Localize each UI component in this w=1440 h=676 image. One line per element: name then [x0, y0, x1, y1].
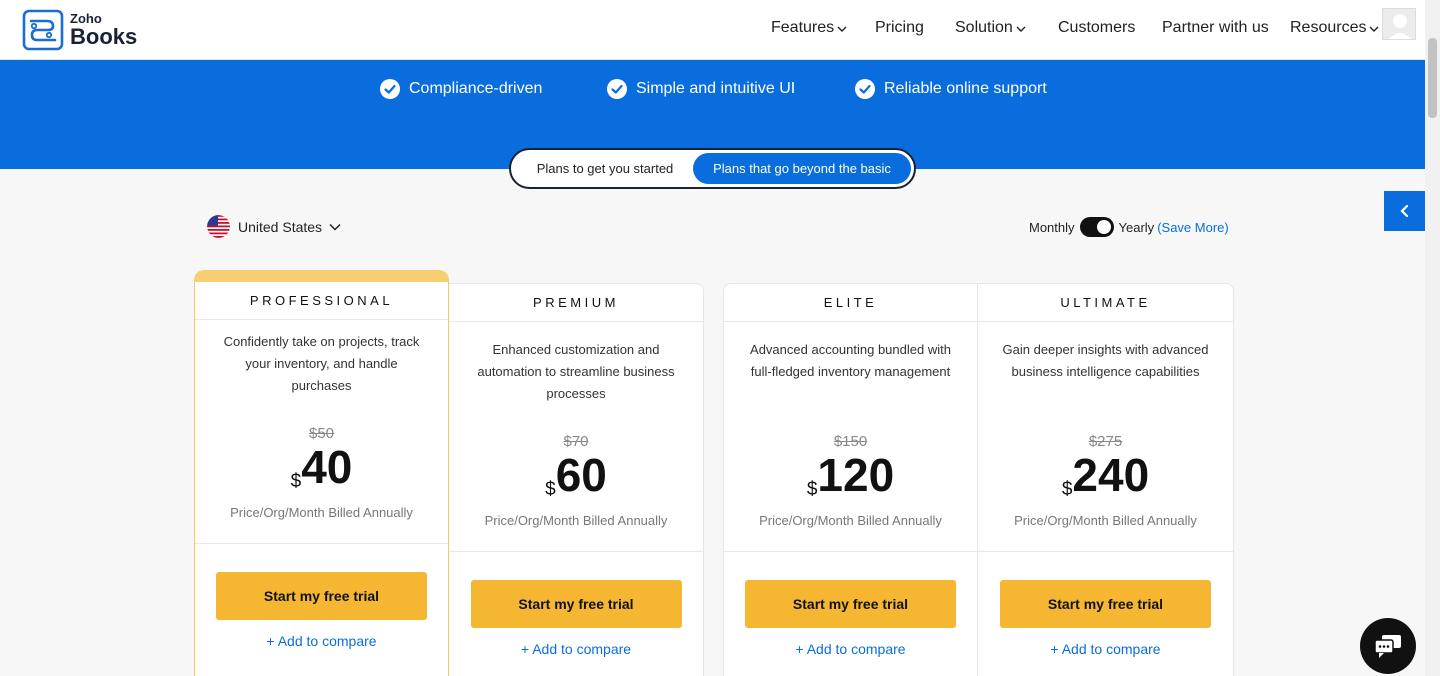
currency-symbol: $ — [290, 471, 302, 492]
plan-group-toggle: Plans to get you started Plans that go b… — [509, 148, 916, 189]
chevron-down-icon — [1016, 26, 1026, 32]
check-circle-icon — [607, 79, 627, 99]
billing-note: Price/Org/Month Billed Annually — [759, 513, 942, 528]
feature-compliance: Compliance-driven — [380, 79, 542, 99]
plan-card-elite: ELITE Advanced accounting bundled with f… — [723, 283, 978, 676]
plan-price: $120 — [724, 452, 977, 499]
plan-description: Enhanced customization and automation to… — [477, 342, 675, 401]
price-amount: 240 — [1072, 449, 1150, 501]
currency-symbol: $ — [1061, 479, 1073, 500]
card-divider — [978, 551, 1233, 552]
nav-features[interactable]: Features — [771, 19, 847, 37]
tab-plans-beyond[interactable]: Plans that go beyond the basic — [693, 153, 911, 184]
add-to-compare-link[interactable]: + Add to compare — [449, 641, 703, 657]
chevron-left-icon — [1399, 204, 1408, 218]
plan-name: ULTIMATE — [978, 284, 1233, 322]
plan-card-ultimate: ULTIMATE Gain deeper insights with advan… — [978, 283, 1234, 676]
start-trial-button[interactable]: Start my free trial — [745, 580, 956, 628]
plan-old-price: $50 — [308, 425, 335, 442]
country-label: United States — [238, 218, 323, 235]
plan-description: Advanced accounting bundled with full-fl… — [750, 342, 951, 379]
plan-price: $40 — [195, 444, 448, 491]
switch-knob — [1096, 220, 1111, 234]
zoho-books-logo[interactable]: Zoho Books — [22, 9, 137, 51]
feature-label: Simple and intuitive UI — [636, 80, 796, 97]
logo-big-text: Books — [70, 24, 138, 49]
plan-old-price: $70 — [563, 433, 589, 450]
start-trial-button[interactable]: Start my free trial — [216, 572, 427, 620]
check-circle-icon — [380, 79, 400, 99]
billing-switch[interactable] — [1079, 217, 1114, 237]
nav-resources[interactable]: Resources — [1290, 19, 1379, 37]
nav-features-label: Features — [771, 19, 835, 36]
site-header: Zoho Books Features Pricing Solution Cus… — [0, 0, 1425, 60]
feature-simple-ui: Simple and intuitive UI — [607, 79, 795, 99]
us-flag-icon — [207, 215, 230, 238]
chevron-down-icon — [329, 223, 341, 231]
add-to-compare-link[interactable]: + Add to compare — [195, 633, 448, 649]
chat-launcher-button[interactable] — [1360, 618, 1416, 674]
price-amount: 40 — [301, 441, 353, 493]
books-logo-icon — [22, 9, 64, 51]
page-scrollbar[interactable] — [1425, 0, 1440, 676]
card-divider — [449, 551, 703, 552]
save-more-label: (Save More) — [1157, 219, 1229, 235]
nav-pricing-label: Pricing — [875, 19, 924, 36]
feature-label: Reliable online support — [884, 80, 1047, 97]
nav-solution-label: Solution — [955, 19, 1013, 36]
plan-name: ELITE — [724, 284, 977, 322]
add-to-compare-link[interactable]: + Add to compare — [978, 641, 1233, 657]
tab-plans-started[interactable]: Plans to get you started — [517, 153, 693, 184]
plan-name: PREMIUM — [449, 284, 703, 322]
billing-note: Price/Org/Month Billed Annually — [1014, 513, 1197, 528]
plan-card-premium: PREMIUM Enhanced customization and autom… — [449, 283, 704, 676]
feature-label: Compliance-driven — [409, 80, 543, 97]
plan-name: PROFESSIONAL — [195, 282, 448, 320]
currency-symbol: $ — [545, 479, 556, 500]
user-silhouette-icon — [1388, 14, 1412, 39]
feature-support: Reliable online support — [855, 79, 1047, 99]
nav-customers-label: Customers — [1058, 19, 1136, 36]
plan-old-price: $150 — [833, 433, 868, 450]
billing-cycle-toggle: Monthly Yearly (Save More) — [1029, 217, 1229, 237]
side-panel-toggle[interactable] — [1384, 191, 1425, 231]
billing-monthly-label[interactable]: Monthly — [1029, 220, 1075, 235]
chat-bubble-icon — [1374, 635, 1401, 658]
plan-old-price: $275 — [1088, 433, 1123, 450]
price-amount: 60 — [555, 449, 607, 501]
billing-yearly-label[interactable]: Yearly — [1119, 220, 1155, 235]
nav-partner[interactable]: Partner with us — [1162, 19, 1269, 37]
nav-partner-label: Partner with us — [1162, 19, 1269, 36]
chevron-down-icon — [837, 26, 847, 32]
card-divider — [724, 551, 977, 552]
price-amount: 120 — [817, 449, 895, 501]
scrollbar-thumb[interactable] — [1428, 38, 1437, 118]
currency-symbol: $ — [806, 479, 818, 500]
plan-price: $240 — [978, 452, 1233, 499]
nav-pricing[interactable]: Pricing — [875, 19, 924, 37]
plan-description: Gain deeper insights with advanced busin… — [1002, 342, 1209, 379]
check-circle-icon — [855, 79, 875, 99]
billing-note: Price/Org/Month Billed Annually — [230, 505, 413, 520]
user-avatar[interactable] — [1382, 8, 1416, 40]
country-selector[interactable]: United States — [207, 215, 341, 238]
start-trial-button[interactable]: Start my free trial — [470, 580, 682, 628]
chevron-down-icon — [1369, 26, 1379, 32]
add-to-compare-link[interactable]: + Add to compare — [724, 641, 977, 657]
plan-price: $60 — [449, 452, 703, 499]
plan-card-professional: PROFESSIONAL Confidently take on project… — [194, 270, 449, 676]
billing-note: Price/Org/Month Billed Annually — [484, 513, 668, 528]
nav-customers[interactable]: Customers — [1058, 19, 1135, 37]
nav-solution[interactable]: Solution — [955, 19, 1026, 37]
card-divider — [195, 543, 448, 544]
plan-description: Confidently take on projects, track your… — [223, 334, 420, 393]
start-trial-button[interactable]: Start my free trial — [1000, 580, 1211, 628]
nav-resources-label: Resources — [1290, 19, 1367, 36]
